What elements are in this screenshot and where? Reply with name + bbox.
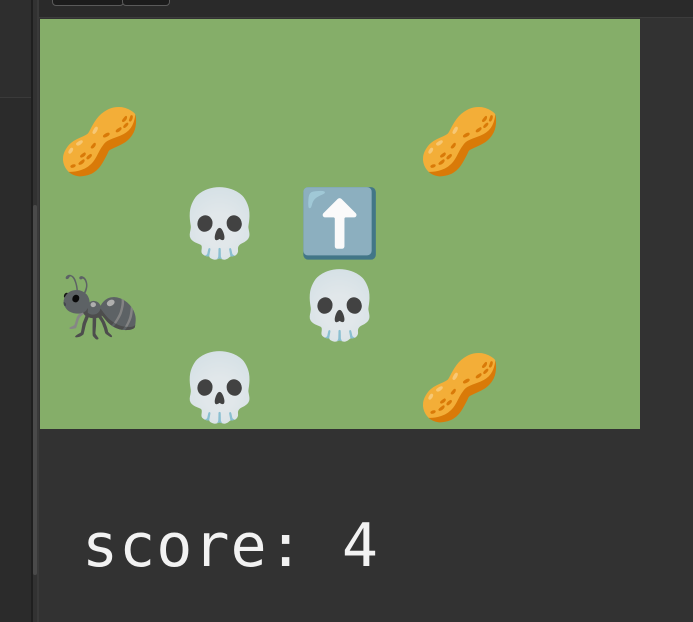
up-arrow-icon: ⬆️: [298, 185, 382, 262]
app-window: 🥜 🥜 💀 ⬆️ 🐜 💀 💀 🥜 score: 4: [0, 0, 693, 622]
ant-icon: 🐜: [58, 267, 142, 344]
left-panel-header: [0, 0, 31, 98]
score-label: score: 4: [82, 511, 379, 581]
peanut-icon: 🥜: [418, 349, 502, 426]
content-edge: [37, 0, 39, 622]
toolbar-tab[interactable]: [122, 0, 170, 6]
peanut-icon: 🥜: [58, 103, 142, 180]
skull-icon: 💀: [178, 349, 262, 426]
game-board[interactable]: 🥜 🥜 💀 ⬆️ 🐜 💀 💀 🥜: [40, 19, 640, 429]
skull-icon: 💀: [298, 267, 382, 344]
toolbar-tab[interactable]: [52, 0, 124, 6]
skull-icon: 💀: [178, 185, 262, 262]
peanut-icon: 🥜: [418, 103, 502, 180]
